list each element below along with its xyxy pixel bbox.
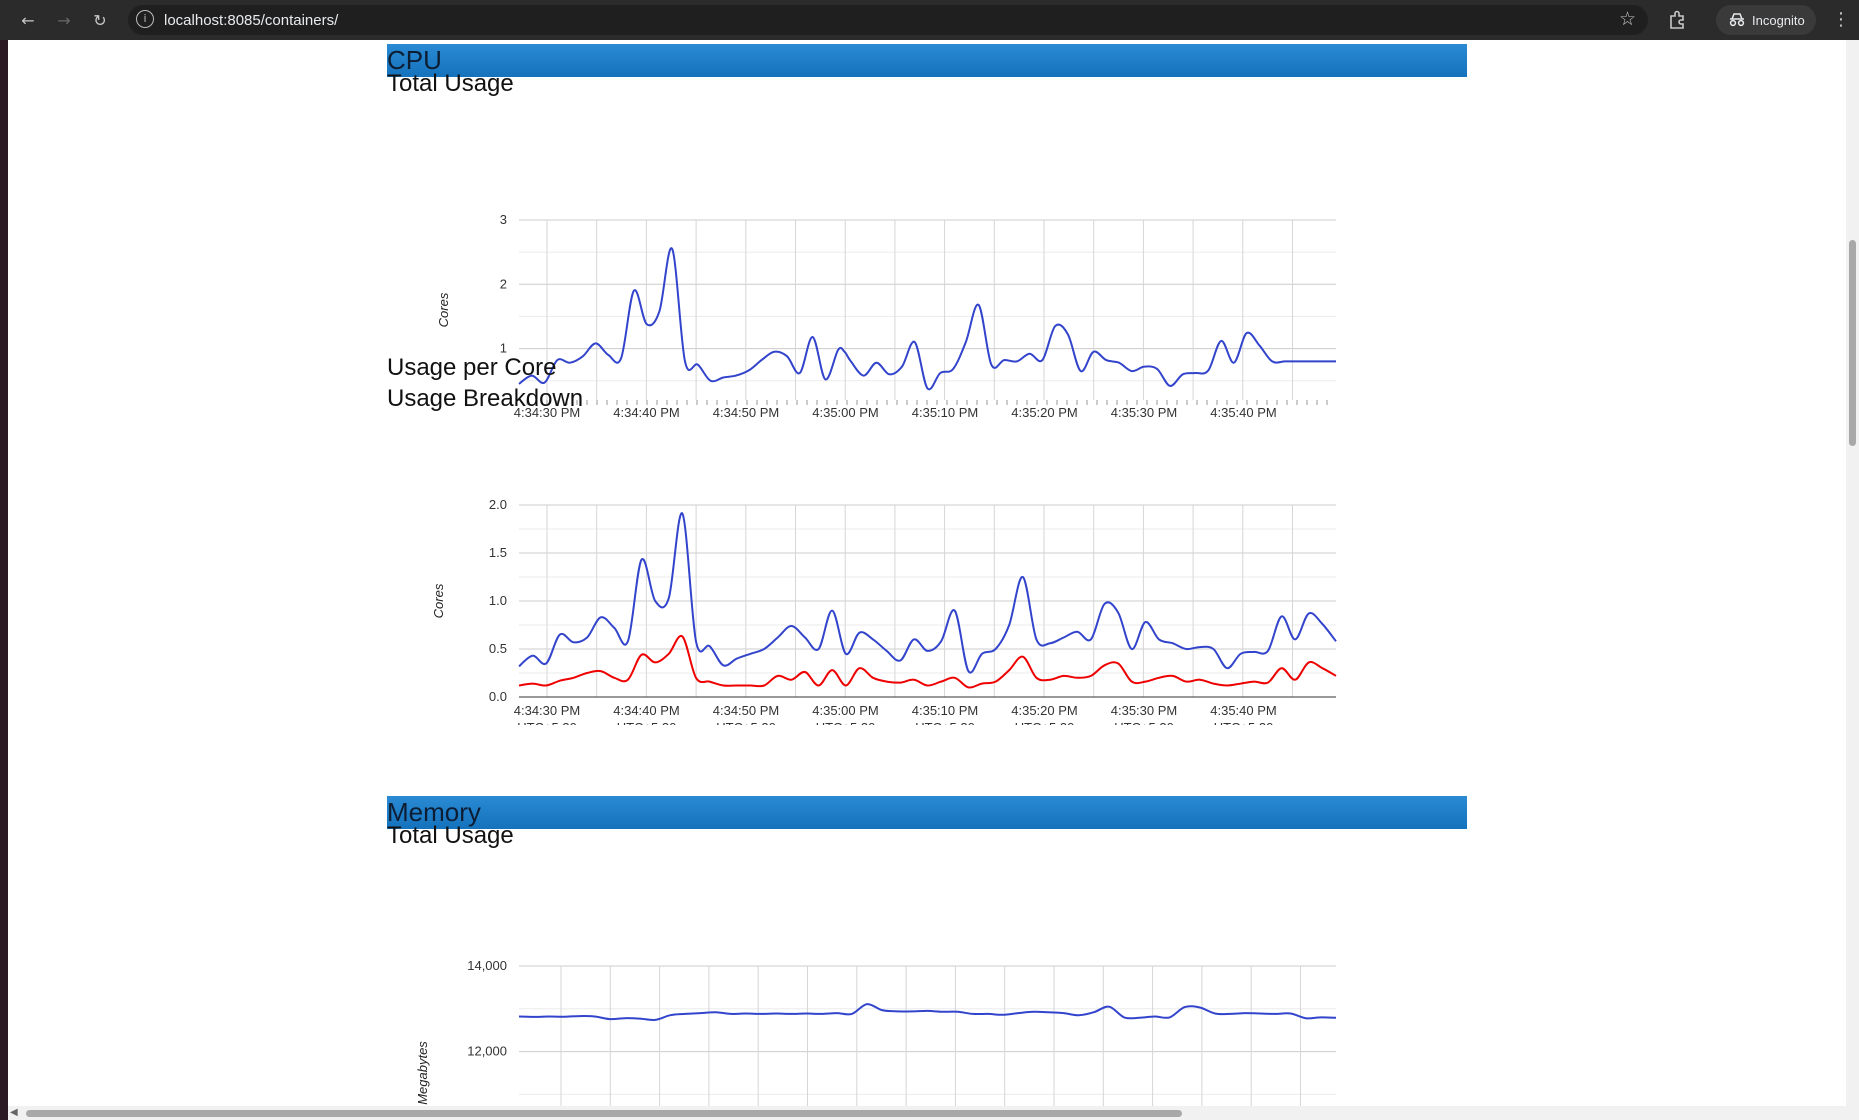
x-tick-time-label: 4:35:00 PM	[812, 703, 879, 718]
y-tick-label: 2.0	[489, 497, 507, 512]
y-tick-label: 0.0	[489, 689, 507, 704]
incognito-label: Incognito	[1752, 12, 1805, 28]
y-tick-label: 0.5	[489, 641, 507, 656]
cpu-usage-breakdown-chart: 2.0 1.5 1.0 0.5 0.0 Cores 4:34:30 PM UTC+5:30 4:…	[431, 497, 1337, 725]
x-tick-time-label: 4:35:10 PM	[912, 703, 979, 718]
horizontal-scrollbar[interactable]: ◀	[8, 1106, 1846, 1120]
y-axis-title: Cores	[431, 583, 446, 618]
cpu-usage-breakdown-title: Usage Breakdown	[387, 385, 584, 412]
back-arrow-icon[interactable]: ←	[16, 8, 40, 32]
x-tick-time-label: 4:34:40 PM	[613, 703, 680, 718]
x-tick-zone-label: UTC+5:30	[517, 720, 577, 725]
vertical-scrollbar-thumb[interactable]	[1849, 240, 1856, 446]
incognito-icon	[1729, 13, 1745, 27]
y-tick-label: 2	[500, 276, 507, 291]
x-tick-zone-label: UTC+5:30	[1015, 720, 1075, 725]
x-tick-time-label: 4:35:40 PM	[1210, 703, 1277, 718]
series-line-kernel	[518, 634, 1337, 689]
forward-arrow-icon[interactable]: →	[52, 8, 76, 32]
x-tick-time-label: 4:35:30 PM	[1111, 703, 1178, 718]
cpu-total-usage-title: Total Usage	[387, 70, 514, 97]
url-text[interactable]: localhost:8085/containers/	[164, 12, 338, 29]
memory-total-usage-title: Total Usage	[387, 822, 514, 849]
cpu-section-header: CPU	[387, 44, 1467, 77]
window-edge	[0, 40, 8, 1120]
x-tick-zone-label: UTC+5:30	[617, 720, 677, 725]
y-tick-label: 1.0	[489, 593, 507, 608]
y-tick-label: 12,000	[467, 1044, 507, 1059]
bookmark-star-icon[interactable]: ☆	[1619, 8, 1636, 30]
y-axis-title: Megabytes	[415, 1041, 430, 1105]
extensions-icon[interactable]	[1666, 9, 1688, 31]
x-tick-zone-label: UTC+5:30	[1114, 720, 1174, 725]
vertical-scrollbar[interactable]	[1846, 40, 1859, 1120]
horizontal-scrollbar-thumb[interactable]	[26, 1110, 1182, 1117]
cpu-usage-per-core-title: Usage per Core	[387, 354, 557, 381]
memory-total-usage-chart: 14,00012,00010,000Megabytes	[415, 958, 1337, 1118]
incognito-badge[interactable]: Incognito	[1716, 5, 1816, 35]
x-tick-time-label: 4:34:30 PM	[514, 703, 581, 718]
y-tick-label: 3	[500, 212, 507, 227]
address-bar[interactable]: i localhost:8085/containers/ ☆	[128, 5, 1648, 35]
memory-section-header: Memory	[387, 796, 1467, 829]
page-content: CPU Total Usage 321Cores4:34:30 PMUTC+5:…	[8, 40, 1846, 1118]
scroll-left-arrow-icon[interactable]: ◀	[10, 1107, 18, 1118]
y-tick-label: 1.5	[489, 545, 507, 560]
site-info-icon[interactable]: i	[136, 10, 154, 28]
browser-menu-icon[interactable]: ⋮	[1832, 9, 1850, 31]
browser-toolbar: ← → ↻ i localhost:8085/containers/ ☆ Inc…	[0, 0, 1859, 40]
y-axis-title: Cores	[436, 292, 451, 327]
y-tick-label: 14,000	[467, 958, 507, 973]
reload-icon[interactable]: ↻	[88, 8, 112, 32]
cpu-total-usage-chart: 321Cores4:34:30 PMUTC+5:304:34:40 PMUTC+…	[436, 212, 1336, 420]
series-line-total	[518, 247, 1336, 391]
x-tick-zone-label: UTC+5:30	[816, 720, 876, 725]
x-tick-zone-label: UTC+5:30	[915, 720, 975, 725]
x-tick-zone-label: UTC+5:30	[716, 720, 776, 725]
series-line-0	[518, 1003, 1337, 1022]
x-tick-zone-label: UTC+5:30	[1214, 720, 1274, 725]
x-tick-time-label: 4:35:20 PM	[1011, 703, 1078, 718]
x-tick-time-label: 4:34:50 PM	[713, 703, 780, 718]
